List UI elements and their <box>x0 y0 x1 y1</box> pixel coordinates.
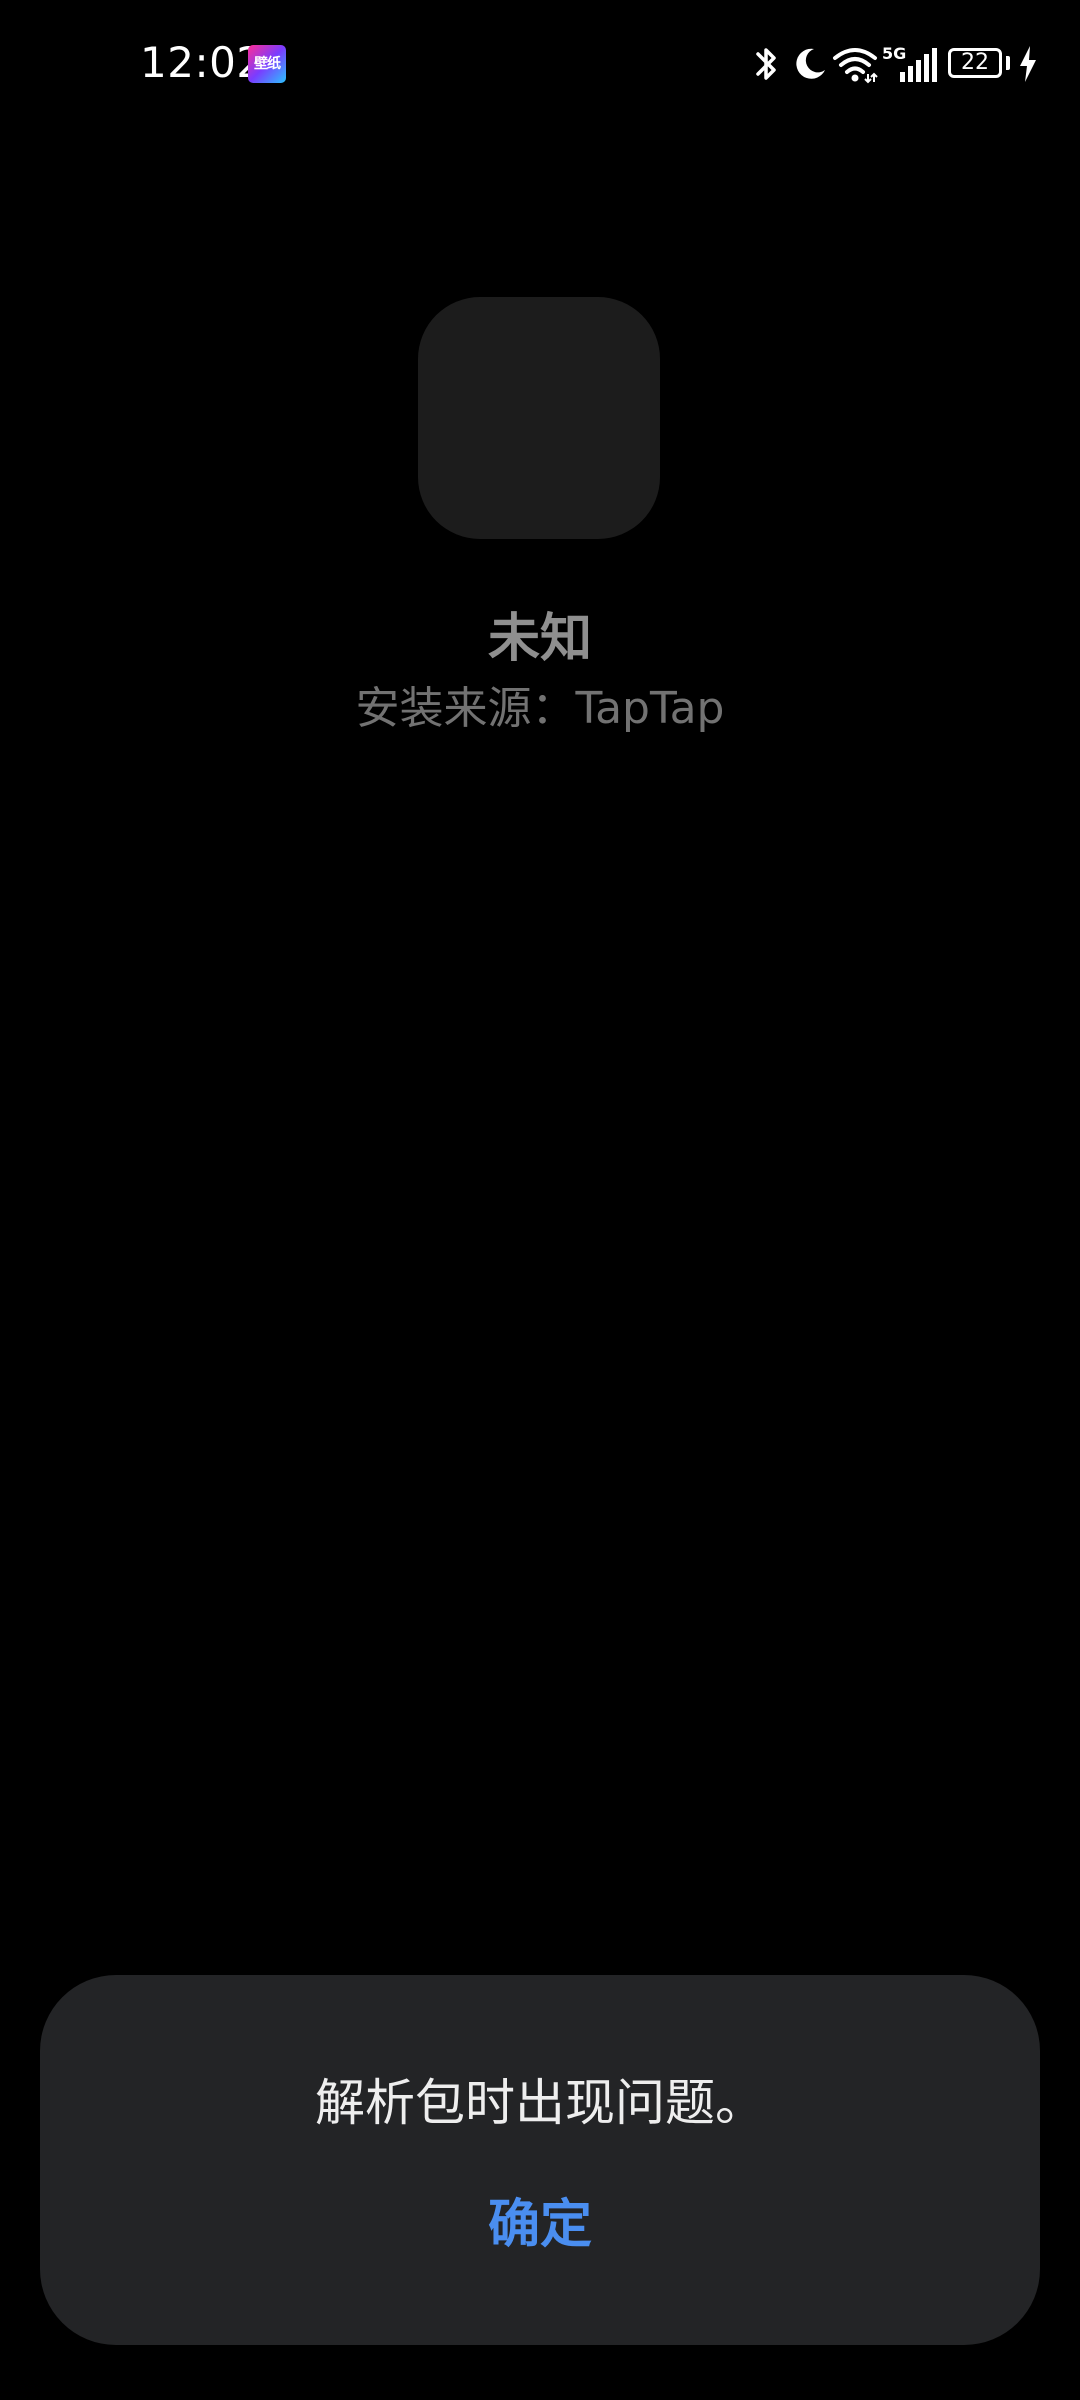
battery-icon: 22 <box>948 48 1002 78</box>
install-source: 安装来源：TapTap <box>355 683 725 734</box>
app-icon-placeholder <box>418 297 660 539</box>
app-name: 未知 <box>487 609 592 669</box>
dialog-message: 解析包时出现问题。 <box>315 2074 765 2132</box>
signal-icon <box>900 48 937 82</box>
charging-icon <box>1020 46 1036 82</box>
bluetooth-icon <box>756 48 776 80</box>
status-bar: 12:02 壁纸 5G 22 <box>0 0 1080 130</box>
wifi-icon <box>833 48 878 84</box>
battery-tip <box>1006 56 1010 70</box>
moon-icon <box>796 48 825 79</box>
error-dialog: 解析包时出现问题。 确定 <box>40 1975 1040 2345</box>
confirm-button[interactable]: 确定 <box>420 2175 660 2275</box>
